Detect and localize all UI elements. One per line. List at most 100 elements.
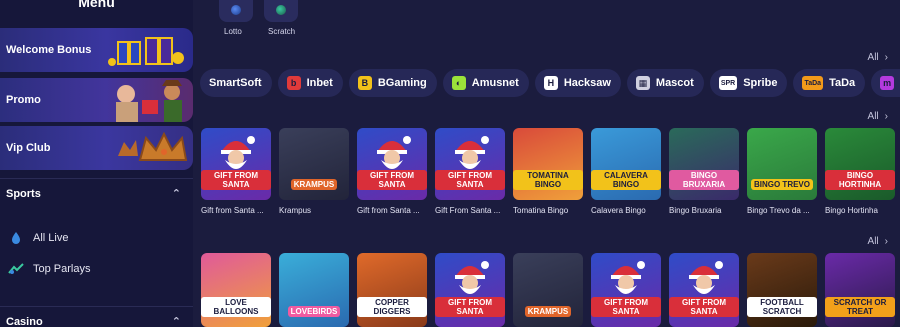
game-thumbnail[interactable]: GIFT FROM SANTA [435, 128, 505, 200]
game-name: Bingo Trevo da ... [747, 206, 810, 215]
game-thumbnail[interactable]: COPPER DIGGERS [357, 253, 427, 327]
lotto-tile[interactable] [219, 0, 253, 22]
chevron-right-icon: › [884, 52, 888, 63]
game-thumbnail[interactable]: GIFT FROM SANTA [591, 253, 661, 327]
game-card[interactable]: TOMATINA BINGO Tomatina Bingo [513, 128, 583, 215]
game-card[interactable]: BINGO BRUXARIA Bingo Bruxaria [669, 128, 739, 215]
game-card[interactable]: CALAVERA BINGO Calavera Bingo [591, 128, 661, 215]
game-thumbnail[interactable]: BINGO HORTINHA [825, 128, 895, 200]
game-card[interactable]: KRAMPUS [513, 253, 583, 327]
chevron-right-icon: › [884, 111, 888, 122]
provider-bgaming[interactable]: B BGaming [348, 69, 437, 97]
game-thumbnail[interactable]: BINGO BRUXARIA [669, 128, 739, 200]
game-thumbnail[interactable]: KRAMPUS [513, 253, 583, 327]
provider-mplay[interactable]: mmPlay [871, 69, 900, 97]
game-card[interactable]: GIFT FROM SANTA Gift from Santa ... [357, 128, 427, 215]
game-card[interactable]: GIFT FROM SANTA [435, 253, 505, 327]
provider-name: Mascot [655, 77, 694, 89]
game-logo: COPPER DIGGERS [357, 297, 427, 317]
game-logo: FOOTBALL SCRATCH [747, 297, 817, 317]
santa-icon [455, 261, 489, 294]
provider-inbet[interactable]: b Inbet [277, 69, 343, 97]
game-logo: GIFT FROM SANTA [435, 297, 505, 317]
provider-name: Hacksaw [563, 77, 611, 89]
all-label: All [867, 52, 879, 63]
welcome-bonus-card[interactable]: Welcome Bonus [0, 28, 193, 72]
game-card[interactable]: KRAMPUS Krampus [279, 128, 349, 215]
game-thumbnail[interactable]: GIFT FROM SANTA [201, 128, 271, 200]
promo-label: Promo [6, 94, 41, 106]
game-card[interactable]: GIFT FROM SANTA Gift from Santa ... [201, 128, 271, 215]
game-card[interactable]: FOOTBALL SCRATCH [747, 253, 817, 327]
game-logo: TOMATINA BINGO [513, 170, 583, 190]
sidebar: Menu Welcome Bonus Promo Vip Club Sports… [0, 0, 193, 327]
promo-card[interactable]: Promo [0, 78, 193, 122]
game-logo: CALAVERA BINGO [591, 170, 661, 190]
games-all-link[interactable]: All › [868, 111, 888, 122]
game-card[interactable]: LOVEBIRDS [279, 253, 349, 327]
game-card[interactable]: GIFT FROM SANTA [591, 253, 661, 327]
drop-icon [12, 232, 20, 244]
provider-amusnet[interactable]: ◐ Amusnet [442, 69, 529, 97]
game-thumbnail[interactable]: LOVE BALLOONS [201, 253, 271, 327]
sidebar-item-all-live[interactable]: All Live [8, 231, 68, 245]
santa-icon [221, 136, 255, 169]
casino-section-header[interactable]: Casino ⌃ [0, 306, 193, 327]
game-thumbnail[interactable]: GIFT FROM SANTA [669, 253, 739, 327]
game-thumbnail[interactable]: GIFT FROM SANTA [357, 128, 427, 200]
all-live-label: All Live [33, 232, 69, 244]
game-logo: GIFT FROM SANTA [591, 297, 661, 317]
sports-section-header[interactable]: Sports ⌃ [0, 178, 193, 208]
santa-icon [455, 136, 489, 169]
game-logo: LOVEBIRDS [287, 306, 341, 317]
provider-mascot[interactable]: ▦ Mascot [626, 69, 704, 97]
games-all-link-2[interactable]: All › [868, 236, 888, 247]
game-thumbnail[interactable]: SCRATCH OR TREAT [825, 253, 895, 327]
game-card[interactable]: SCRATCH OR TREAT [825, 253, 895, 327]
game-card[interactable]: LOVE BALLOONS [201, 253, 271, 327]
game-name: Calavera Bingo [591, 206, 646, 215]
scratch-label: Scratch [268, 27, 296, 36]
game-thumbnail[interactable]: BINGO TREVO [747, 128, 817, 200]
provider-tada[interactable]: TaDa TaDa [793, 69, 866, 97]
game-logo: GIFT FROM SANTA [201, 170, 271, 190]
game-thumbnail[interactable]: CALAVERA BINGO [591, 128, 661, 200]
provider-spribe[interactable]: SPR Spribe [709, 69, 788, 97]
game-thumbnail[interactable]: KRAMPUS [279, 128, 349, 200]
game-thumbnail[interactable]: GIFT FROM SANTA [435, 253, 505, 327]
welcome-bonus-label: Welcome Bonus [6, 44, 92, 56]
game-name: Gift from Santa ... [357, 206, 420, 215]
scratch-tile[interactable] [264, 0, 298, 22]
provider-logo-icon: ◐ [451, 76, 466, 90]
provider-name: BGaming [377, 77, 427, 89]
all-label: All [867, 111, 879, 122]
main-content: Lotto Scratch All › SmartSoft b Inbet B BGam… [193, 0, 900, 327]
sidebar-item-top-parlays[interactable]: Top Parlays [8, 262, 90, 276]
provider-smartsoft[interactable]: SmartSoft [200, 69, 272, 97]
santa-icon [689, 261, 723, 294]
providers-all-link[interactable]: All › [868, 52, 888, 63]
game-logo: KRAMPUS [524, 306, 572, 317]
game-logo: KRAMPUS [290, 179, 338, 190]
chevron-up-icon[interactable]: ⌃ [172, 315, 181, 327]
parlay-icon [8, 263, 24, 274]
game-card[interactable]: GIFT FROM SANTA [669, 253, 739, 327]
game-card[interactable]: BINGO TREVO Bingo Trevo da ... [747, 128, 817, 215]
game-card[interactable]: COPPER DIGGERS [357, 253, 427, 327]
provider-logo-icon: ▦ [635, 76, 650, 90]
crown-icon [118, 131, 188, 161]
game-thumbnail[interactable]: LOVEBIRDS [279, 253, 349, 327]
game-name: Bingo Hortinha [825, 206, 878, 215]
game-logo: GIFT FROM SANTA [435, 170, 505, 190]
game-logo: BINGO HORTINHA [825, 170, 895, 190]
vip-club-card[interactable]: Vip Club [0, 126, 193, 170]
game-card[interactable]: BINGO HORTINHA Bingo Hortinha [825, 128, 895, 215]
game-name: Tomatina Bingo [513, 206, 569, 215]
provider-hacksaw[interactable]: H Hacksaw [534, 69, 621, 97]
provider-name: Amusnet [471, 77, 519, 89]
chevron-up-icon[interactable]: ⌃ [172, 187, 181, 200]
game-thumbnail[interactable]: TOMATINA BINGO [513, 128, 583, 200]
vip-club-label: Vip Club [6, 142, 51, 154]
game-card[interactable]: GIFT FROM SANTA Gift From Santa ... [435, 128, 505, 215]
game-thumbnail[interactable]: FOOTBALL SCRATCH [747, 253, 817, 327]
